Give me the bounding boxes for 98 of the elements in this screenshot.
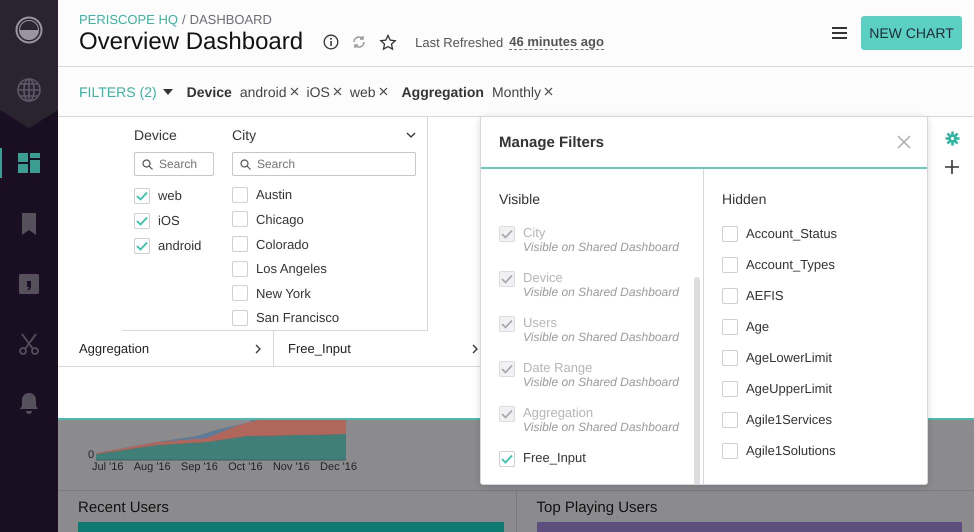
checkbox[interactable] — [232, 186, 248, 203]
checkbox[interactable] — [722, 350, 738, 366]
refresh-time: 46 minutes ago — [509, 34, 604, 50]
search-icon — [240, 158, 251, 170]
column-heading: Hidden — [722, 191, 768, 207]
option-label: android — [158, 238, 202, 253]
filter-value: Monthly — [492, 84, 542, 100]
option-label: New York — [256, 286, 311, 301]
checkbox[interactable] — [722, 442, 738, 458]
axis-label: Jul '16 — [92, 461, 124, 473]
checkbox[interactable] — [134, 188, 150, 204]
remove-icon[interactable] — [290, 87, 299, 96]
panel-title: Top Playing Users — [536, 499, 658, 516]
checkbox[interactable] — [722, 412, 738, 428]
filter-note: Visible on Shared Dashboard — [523, 240, 679, 254]
new-chart-button[interactable]: NEW CHART — [861, 16, 962, 50]
refresh-label: Last Refreshed — [415, 34, 504, 50]
filter-count: (2) — [140, 84, 157, 100]
column-heading: Visible — [499, 191, 541, 207]
remove-icon[interactable] — [378, 87, 388, 96]
filter-label: Age — [746, 318, 770, 334]
option-label: Los Angeles — [256, 261, 327, 276]
axis-label: Dec '16 — [320, 461, 357, 473]
close-icon[interactable] — [897, 135, 911, 149]
checkbox[interactable] — [232, 260, 248, 277]
filter-note: Visible on Shared Dashboard — [523, 375, 679, 389]
chevron-right-icon — [472, 344, 478, 354]
filter-row[interactable]: Aggregation — [58, 331, 274, 366]
refresh-icon[interactable] — [351, 34, 368, 50]
active-indicator — [0, 148, 2, 178]
search-field[interactable]: Search — [232, 152, 416, 176]
filter-label: City — [523, 225, 546, 240]
search-icon — [142, 159, 153, 170]
checkbox[interactable] — [499, 451, 515, 467]
option-label: Chicago — [256, 212, 304, 227]
option-label: Colorado — [256, 236, 309, 252]
axis-label: Nov '16 — [272, 461, 310, 473]
checkbox[interactable] — [722, 318, 738, 334]
filter-label: AEFIS — [746, 288, 784, 302]
info-icon[interactable] — [323, 34, 340, 50]
filter-row[interactable]: Free_Input — [274, 331, 480, 366]
filter-label: Account_Status — [746, 226, 838, 240]
filter-title: City — [232, 126, 256, 143]
chevron-right-icon — [255, 344, 261, 354]
scrollbar[interactable] — [694, 277, 700, 484]
axis-label: Oct '16 — [228, 461, 263, 473]
menu-icon[interactable] — [832, 27, 847, 39]
page-title: Overview Dashboard — [79, 28, 304, 56]
checkbox[interactable] — [722, 288, 738, 304]
option-label: web — [158, 188, 182, 203]
chevron-down-icon[interactable] — [406, 132, 416, 138]
filter-note: Visible on Shared Dashboard — [523, 420, 679, 434]
filter-label: Users — [523, 315, 558, 330]
filter-label: Agile1Solutions — [746, 442, 836, 458]
breadcrumb-text: DASHBOARD — [190, 12, 272, 27]
remove-icon[interactable] — [544, 87, 554, 96]
axis-label: Aug '16 — [134, 461, 171, 473]
filter-name: Device — [186, 84, 232, 100]
filter-label: AgeUpperLimit — [746, 380, 832, 396]
checkbox[interactable] — [722, 226, 738, 242]
filter-label: Account_Types — [746, 256, 835, 272]
checkbox[interactable] — [722, 256, 738, 272]
breadcrumb-separator: / — [182, 12, 186, 27]
filter-value: iOS — [306, 84, 330, 100]
filter-label: Aggregation — [523, 405, 594, 420]
axis-label: 0 — [88, 449, 96, 461]
filter-note: Visible on Shared Dashboard — [523, 330, 679, 344]
filter-label: Free_Input — [523, 450, 586, 465]
filter-title: Device — [134, 127, 177, 143]
filter-label: Agile1Services — [746, 412, 832, 426]
add-icon[interactable] — [945, 160, 959, 174]
filter-name: Aggregation — [402, 84, 484, 100]
option-label: San Francisco — [256, 310, 340, 326]
filter-note: Visible on Shared Dashboard — [523, 285, 679, 299]
remove-icon[interactable] — [332, 87, 342, 96]
filter-value: web — [350, 84, 376, 100]
settings-icon[interactable] — [944, 131, 960, 146]
logo-icon[interactable] — [15, 16, 43, 44]
checkbox[interactable] — [232, 211, 248, 228]
checkbox[interactable] — [232, 310, 248, 326]
star-icon[interactable] — [379, 34, 398, 50]
checkbox[interactable] — [134, 238, 150, 254]
filter-label: Device — [523, 270, 564, 285]
checkbox[interactable] — [232, 285, 248, 302]
panel-title: Recent Users — [78, 499, 170, 516]
search-field[interactable]: Search — [134, 152, 214, 176]
filter-label: AgeLowerLimit — [746, 350, 832, 364]
globe-icon[interactable] — [15, 76, 43, 104]
axis-label: Sep '16 — [180, 461, 218, 473]
checkbox[interactable] — [232, 236, 248, 252]
checkbox[interactable] — [722, 380, 738, 396]
caret-icon[interactable] — [162, 88, 173, 94]
option-label: iOS — [158, 213, 180, 228]
dialog-title: Manage Filters — [499, 134, 604, 150]
filter-value: android — [240, 84, 287, 100]
checkbox[interactable] — [134, 212, 150, 228]
option-label: Austin — [256, 187, 292, 202]
filter-label: Date Range — [523, 360, 594, 375]
